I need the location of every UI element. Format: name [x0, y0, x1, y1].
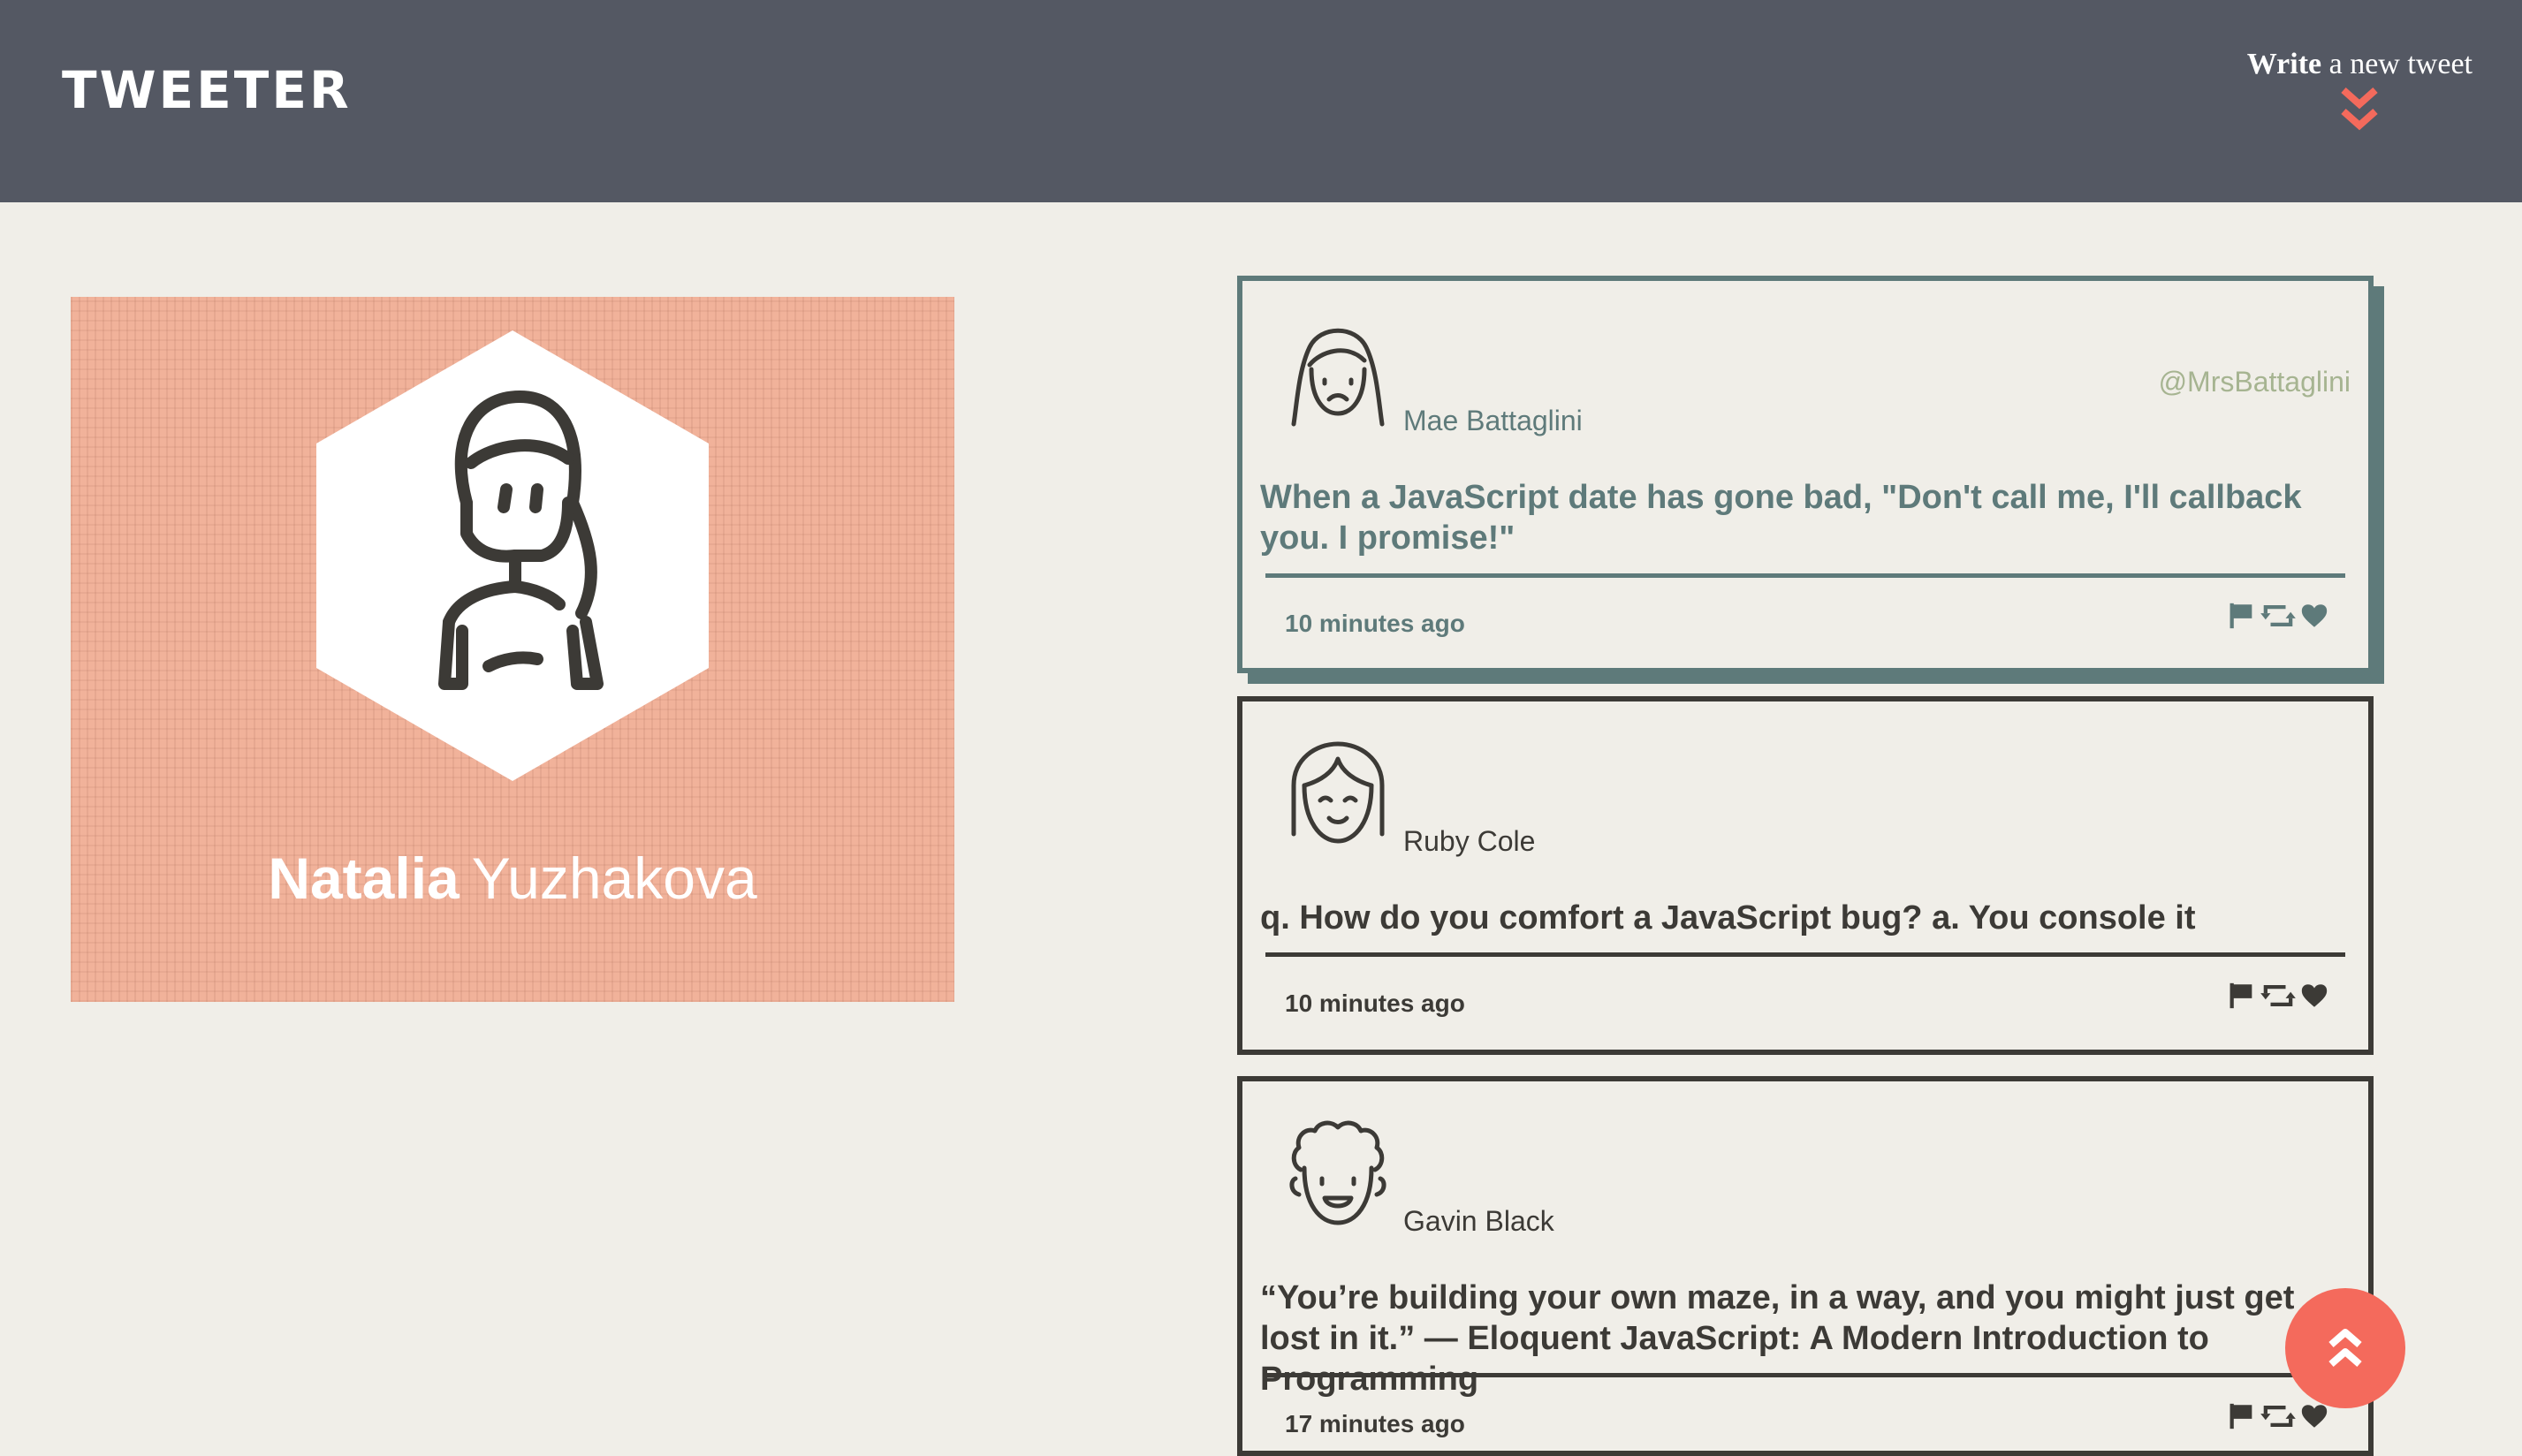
- flag-icon[interactable]: [2227, 1401, 2257, 1431]
- tweet-author-handle: @MrsBattaglini: [2158, 366, 2351, 398]
- tweet-timestamp: 17 minutes ago: [1285, 1410, 1465, 1437]
- tweet-card[interactable]: Gavin Black “You’re building your own ma…: [1237, 1076, 2374, 1456]
- tweet-card[interactable]: Mae Battaglini @MrsBattaglini When a Jav…: [1237, 276, 2374, 673]
- tweet-author-name: Ruby Cole: [1403, 825, 1536, 857]
- tweet-divider: [1265, 1373, 2345, 1377]
- top-nav: TWEETER Write a new tweet: [0, 0, 2522, 202]
- profile-card: Natalia Yuzhakova: [71, 297, 954, 1002]
- retweet-icon[interactable]: [2260, 1401, 2296, 1431]
- write-label: Write: [2246, 48, 2322, 80]
- tweet-author-name: Mae Battaglini: [1403, 405, 1583, 436]
- tweet-actions: [2227, 1401, 2329, 1431]
- first-name: Natalia: [268, 846, 460, 911]
- tweet-timestamp: 10 minutes ago: [1285, 610, 1465, 637]
- heart-icon[interactable]: [2299, 1401, 2329, 1431]
- tweet-divider: [1265, 952, 2345, 957]
- brand-logo[interactable]: TWEETER: [62, 60, 352, 120]
- flag-icon[interactable]: [2227, 601, 2257, 631]
- tweet-text: When a JavaScript date has gone bad, "Do…: [1260, 479, 2302, 557]
- tweet-card[interactable]: Ruby Cole q. How do you comfort a JavaSc…: [1237, 696, 2374, 1055]
- tweet-actions: [2227, 601, 2329, 631]
- double-chevron-down-icon: [2341, 87, 2379, 131]
- tweet-divider: [1265, 573, 2345, 578]
- heart-icon[interactable]: [2299, 981, 2329, 1011]
- tweet-actions: [2227, 981, 2329, 1011]
- woman-avatar-icon: [1291, 328, 1385, 427]
- tweet-text: “You’re building your own maze, in a way…: [1260, 1279, 2295, 1398]
- man-avatar-icon: [1289, 1120, 1386, 1225]
- tweet-text: q. How do you comfort a JavaScript bug? …: [1260, 899, 2196, 937]
- profile-avatar: [316, 330, 709, 781]
- write-tweet-toggle[interactable]: Write a new tweet: [2247, 48, 2473, 136]
- profile-name: Natalia Yuzhakova: [71, 845, 954, 912]
- retweet-icon[interactable]: [2260, 601, 2296, 631]
- retweet-icon[interactable]: [2260, 981, 2296, 1011]
- last-name: Yuzhakova: [471, 846, 757, 911]
- heart-icon[interactable]: [2299, 601, 2329, 631]
- girl-avatar-icon: [1291, 741, 1385, 844]
- tweet-timestamp: 10 minutes ago: [1285, 990, 1465, 1017]
- new-tweet-label: a new tweet: [2328, 48, 2473, 80]
- tweet-author-name: Gavin Black: [1403, 1205, 1554, 1237]
- flag-icon[interactable]: [2227, 981, 2257, 1011]
- double-chevron-up-icon: [2328, 1329, 2362, 1368]
- scroll-to-top-button[interactable]: [2285, 1288, 2405, 1408]
